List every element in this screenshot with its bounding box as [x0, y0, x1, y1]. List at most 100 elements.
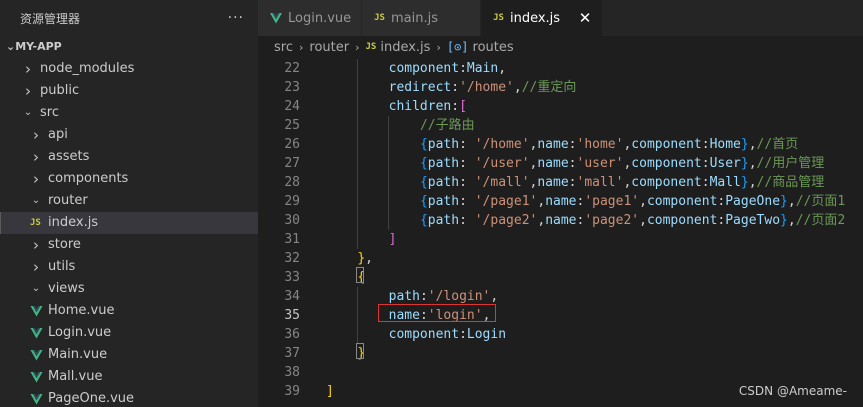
tree-item-label: router	[48, 193, 88, 208]
tree-item[interactable]: ⌄ views	[0, 278, 258, 300]
breadcrumb-file[interactable]: index.js	[380, 40, 430, 55]
code-line[interactable]: 32 },	[258, 249, 863, 268]
watermark: CSDN @Ameame-	[738, 384, 847, 398]
code-line[interactable]: 22 component:Main,	[258, 59, 863, 78]
tree-item-label: components	[48, 171, 129, 186]
code-line[interactable]: 37 }	[258, 344, 863, 363]
code-text: {path: '/user',name:'user',component:Use…	[419, 156, 825, 171]
close-icon[interactable]: ✕	[578, 9, 592, 27]
chevron-down-icon: ⌄	[6, 40, 16, 53]
code-line[interactable]: 30 {path: '/page2',name:'page2',componen…	[258, 211, 863, 230]
line-number: 30	[284, 213, 300, 228]
code-line[interactable]: 35 name:'login',	[258, 306, 863, 325]
tree-item-label: Login.vue	[48, 325, 112, 340]
tree-item[interactable]: › public	[0, 80, 258, 102]
tree-item[interactable]: Home.vue	[0, 300, 258, 322]
code-text: redirect:'/home',//重定向	[388, 80, 577, 95]
chevron-right-icon: ›	[355, 40, 360, 54]
breadcrumb-router[interactable]: router	[309, 40, 349, 55]
highlight-box	[378, 304, 496, 322]
tab-main-js[interactable]: JS main.js	[362, 0, 482, 36]
chevron-right-icon: ›	[33, 258, 39, 276]
tree-item[interactable]: Login.vue	[0, 322, 258, 344]
tree-item[interactable]: Mall.vue	[0, 366, 258, 388]
js-file-icon: JS	[365, 42, 377, 52]
line-number: 25	[284, 118, 300, 133]
tree-item[interactable]: JS index.js	[0, 212, 258, 234]
line-number: 28	[284, 175, 300, 190]
chevron-right-icon: ›	[25, 82, 31, 100]
code-line[interactable]: 29 {path: '/page1',name:'page1',componen…	[258, 192, 863, 211]
code-text: children:[	[388, 99, 467, 114]
tree-item-label: Main.vue	[48, 347, 108, 362]
breadcrumb-symbol[interactable]: routes	[473, 40, 514, 55]
chevron-right-icon: ›	[33, 148, 39, 166]
vue-file-icon	[30, 327, 44, 339]
line-number: 33	[284, 270, 300, 285]
tree-item[interactable]: › assets	[0, 146, 258, 168]
line-number: 23	[284, 80, 300, 95]
tree-item-label: Mall.vue	[48, 369, 103, 384]
code-line[interactable]: 23 redirect:'/home',//重定向	[258, 78, 863, 97]
code-line[interactable]: 34 path:'/login',	[258, 287, 863, 306]
line-number: 24	[284, 99, 300, 114]
tree-item[interactable]: PageOne.vue	[0, 388, 258, 407]
line-number: 36	[284, 327, 300, 342]
project-root[interactable]: ⌄ MY-APP	[0, 36, 258, 58]
vue-file-icon	[30, 371, 44, 383]
tree-item[interactable]: ⌄ src	[0, 102, 258, 124]
code-line[interactable]: 26 {path: '/home',name:'home',component:…	[258, 135, 863, 154]
file-tree: › node_modules › public ⌄ src › api › assets › comp…	[0, 58, 258, 407]
chevron-right-icon: ›	[33, 170, 39, 188]
tree-item[interactable]: › utils	[0, 256, 258, 278]
line-number: 38	[284, 365, 300, 380]
code-text: {path: '/page1',name:'page1',component:P…	[419, 194, 846, 209]
js-file-icon: JS	[30, 218, 41, 228]
explorer-header: 资源管理器 ···	[0, 0, 258, 36]
code-line[interactable]: 28 {path: '/mall',name:'mall',component:…	[258, 173, 863, 192]
line-number: 31	[284, 232, 300, 247]
code-line[interactable]: 38	[258, 363, 863, 382]
tree-item[interactable]: › store	[0, 234, 258, 256]
tree-item-label: store	[48, 237, 81, 252]
code-line[interactable]: 31 ]	[258, 230, 863, 249]
line-number: 22	[284, 61, 300, 76]
vue-file-icon	[30, 349, 44, 361]
bracket-match-close	[356, 343, 364, 359]
line-number: 34	[284, 289, 300, 304]
tree-item-label: src	[40, 105, 59, 120]
tree-item[interactable]: › components	[0, 168, 258, 190]
symbol-variable-icon: [⊙]	[446, 40, 469, 54]
chevron-down-icon: ⌄	[23, 107, 33, 118]
tab-label: main.js	[390, 10, 438, 26]
tab-index-js[interactable]: JS index.js ✕	[481, 0, 604, 36]
code-line[interactable]: 27 {path: '/user',name:'user',component:…	[258, 154, 863, 173]
chevron-right-icon: ›	[33, 126, 39, 144]
tree-item[interactable]: ⌄ router	[0, 190, 258, 212]
code-text: ]	[388, 232, 397, 247]
breadcrumb-src[interactable]: src	[274, 40, 293, 55]
tab-login-vue[interactable]: Login.vue	[258, 0, 363, 36]
code-editor[interactable]: 22 component:Main, 23 redirect:'/home',//…	[258, 58, 863, 407]
vue-file-icon	[270, 12, 282, 24]
chevron-down-icon: ⌄	[31, 283, 41, 294]
code-line[interactable]: 33 {	[258, 268, 863, 287]
code-line[interactable]: 36 component:Login	[258, 325, 863, 344]
code-line[interactable]: 25 //子路由	[258, 116, 863, 135]
tree-item[interactable]: Main.vue	[0, 344, 258, 366]
tree-item-label: PageOne.vue	[48, 391, 135, 406]
tree-item[interactable]: › api	[0, 124, 258, 146]
code-text: {path: '/home',name:'home',component:Hom…	[419, 137, 799, 152]
breadcrumb: src › router › JS index.js › [⊙] routes	[258, 36, 863, 58]
tab-label: index.js	[509, 10, 561, 26]
line-number: 29	[284, 194, 300, 209]
line-number: 27	[284, 156, 300, 171]
code-text: ]	[326, 384, 334, 399]
code-line[interactable]: 24 children:[	[258, 97, 863, 116]
vue-file-icon	[30, 305, 44, 317]
more-actions-icon[interactable]: ···	[228, 10, 244, 26]
chevron-right-icon: ›	[436, 40, 441, 54]
tree-item[interactable]: › node_modules	[0, 58, 258, 80]
tab-label: Login.vue	[288, 10, 352, 26]
chevron-right-icon: ›	[298, 40, 304, 54]
